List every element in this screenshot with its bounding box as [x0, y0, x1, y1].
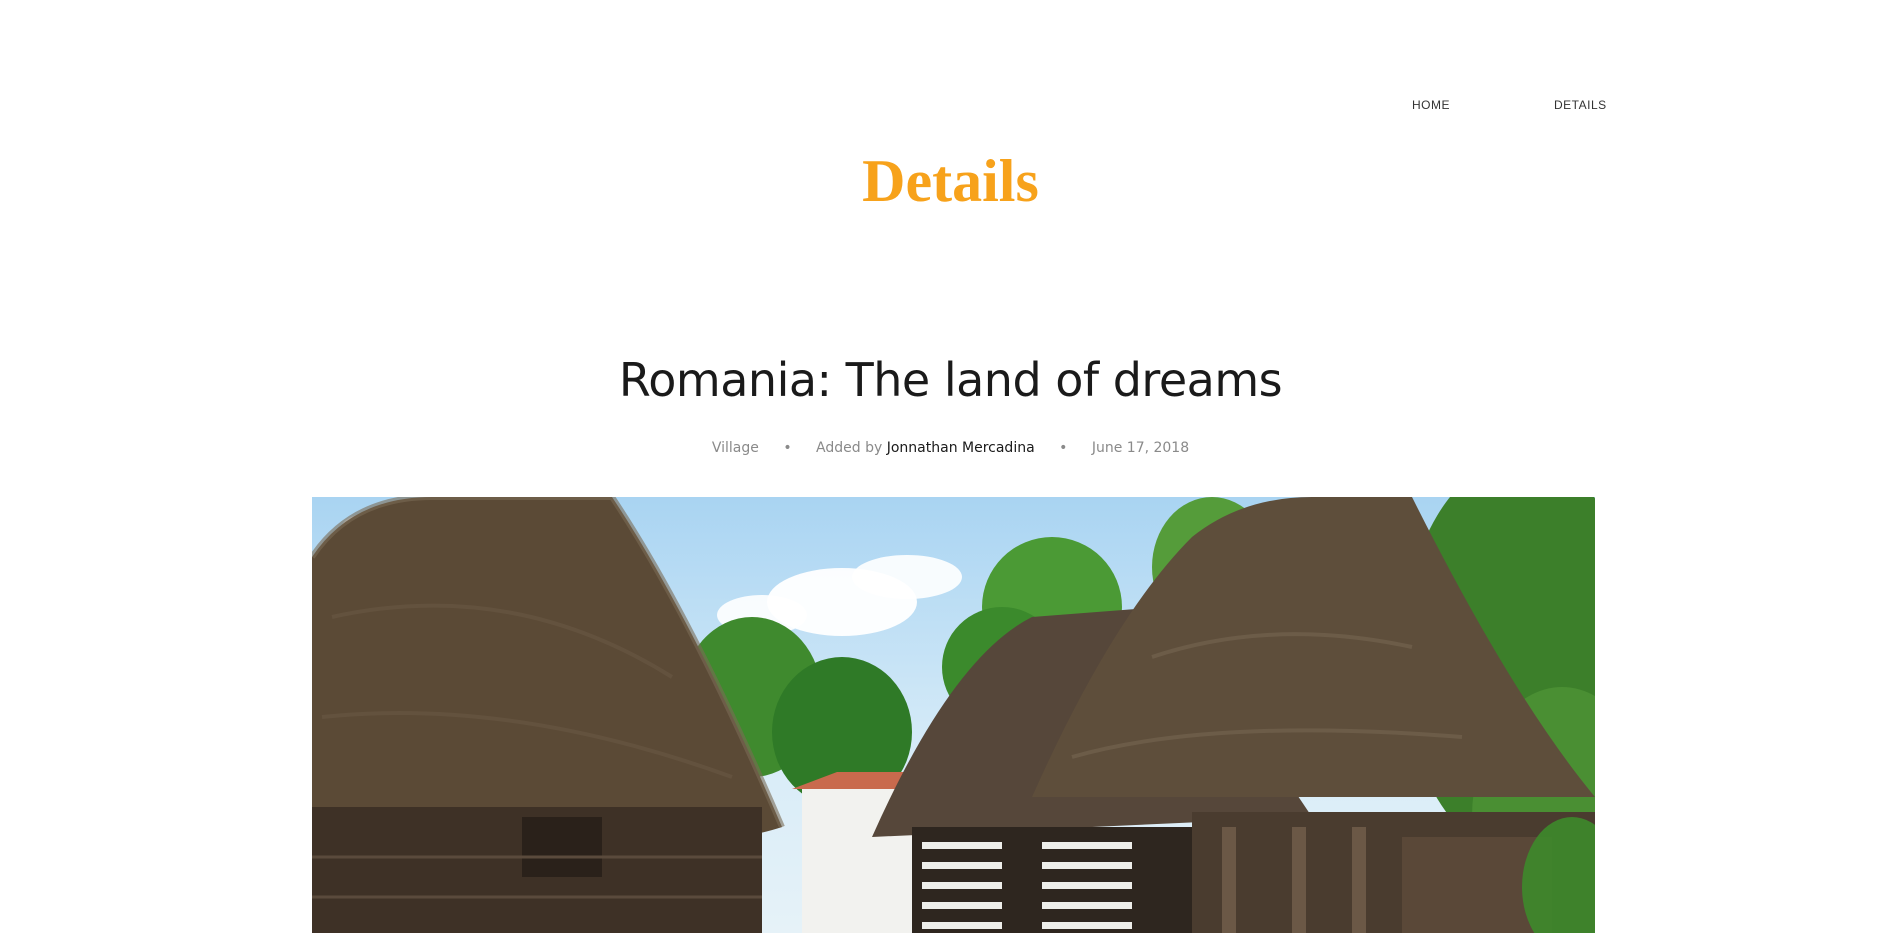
post-category[interactable]: Village	[712, 440, 759, 456]
nav-link-home[interactable]: HOME	[1412, 98, 1450, 112]
meta-separator: •	[783, 440, 792, 456]
meta-separator: •	[1059, 440, 1068, 456]
page-title: Details	[862, 148, 1039, 214]
post-date: June 17, 2018	[1091, 440, 1190, 456]
post-meta: Village • Added by Jonnathan Mercadina •…	[0, 438, 1901, 458]
added-by-label: Added by	[816, 440, 887, 456]
hero-image	[312, 497, 1595, 933]
photo-thatched-houses-icon	[312, 497, 1595, 933]
top-navigation: HOME DETAILS	[1380, 98, 1750, 114]
post-title: Romania: The land of dreams	[618, 353, 1283, 407]
post-author-link[interactable]: Jonnathan Mercadina	[887, 440, 1035, 456]
nav-link-details[interactable]: DETAILS	[1554, 98, 1607, 112]
